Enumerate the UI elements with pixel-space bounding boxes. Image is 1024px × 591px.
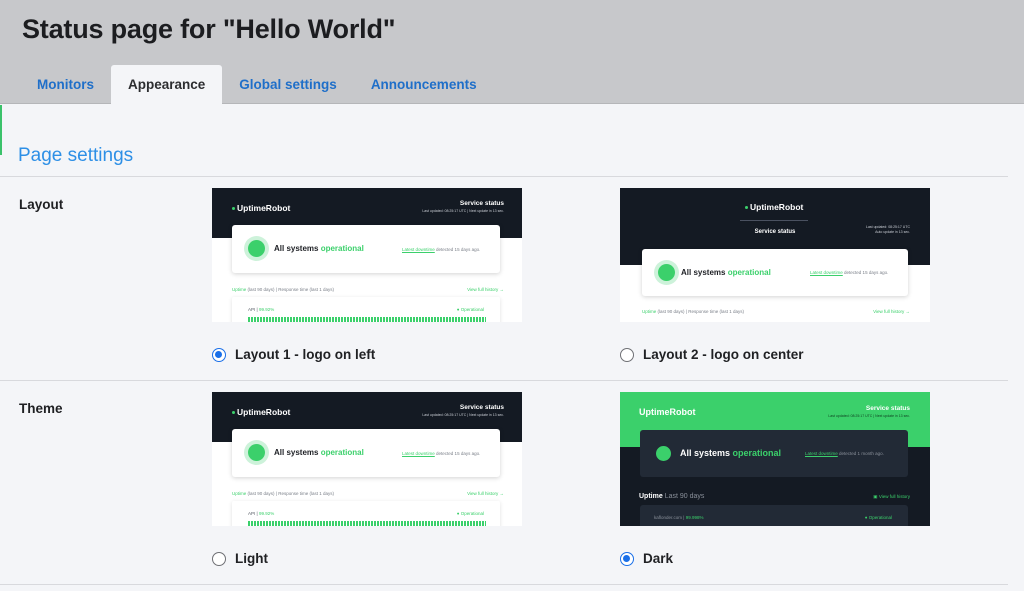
preview-logo-text: UptimeRobot [237,407,291,417]
preview-logo-text: UptimeRobot [237,203,291,213]
logo-dot-icon [232,411,235,415]
layout-1-label: Layout 1 - logo on left [235,347,376,362]
page-title: Status page for "Hello World" [22,14,396,44]
preview-api: API | 99.92% [248,511,275,516]
preview-monitor-panel: API | 99.92% ● Operational [232,501,500,526]
preview-last-updated: Last updated: 08:25:17 UTC | Next update… [422,209,504,213]
preview-status-card: All systems operational Latest downtime … [640,430,908,477]
left-accent-bar [0,105,2,155]
theme-dark-preview[interactable]: UptimeRobot Service status Last updated:… [620,392,930,526]
theme-light-option[interactable]: Light [212,551,268,566]
preview-all-systems: All systems operational [274,244,364,253]
preview-last-updated: Last updated: 08:25:17 UTC | Next update… [422,413,504,417]
divider [0,380,1008,381]
preview-service-status: Service status [865,405,910,412]
preview-status-card: All systems operational Latest downtime … [642,249,908,296]
radio-checked-icon[interactable] [620,551,634,566]
preview-operational: ● Operational [456,511,484,516]
preview-view-history: View full history → [873,309,910,314]
status-circle-icon [658,264,675,281]
tab-global-settings[interactable]: Global settings [222,65,354,104]
theme-label: Theme [19,401,63,416]
preview-uptime-line: Uptime (last 90 days) | Response time (l… [232,287,335,292]
layout-1-preview[interactable]: UptimeRobot Service status Last updated:… [212,188,522,322]
preview-service-status: Service status [459,200,504,207]
preview-uptime-bars [248,317,486,322]
preview-divider [740,220,808,221]
logo-dot-icon [232,207,235,211]
preview-service-status: Service status [459,404,504,411]
preview-all-systems: All systems operational [274,448,364,457]
preview-monitor-name: kaflonder.com | 99.998% [654,515,704,520]
preview-view-history: ▣ View full history [873,494,910,499]
preview-status-card: All systems operational Latest downtime … [232,429,500,477]
preview-all-systems: All systems operational [680,448,782,458]
layout-2-preview[interactable]: UptimeRobot Service status Last updated:… [620,188,930,322]
divider [0,584,1008,585]
preview-service-status: Service status [754,229,796,235]
preview-all-systems: All systems operational [681,268,771,277]
preview-latest-downtime: Latest downtime detected 15 days ago. [810,270,889,275]
preview-logo: UptimeRobot [232,407,290,417]
preview-view-history: View full history → [467,491,504,496]
preview-logo-text: UptimeRobot [750,202,804,212]
theme-light-preview[interactable]: UptimeRobot Service status Last updated:… [212,392,522,526]
layout-1-option[interactable]: Layout 1 - logo on left [212,347,375,362]
tab-announcements[interactable]: Announcements [354,65,494,104]
preview-status-card: All systems operational Latest downtime … [232,225,500,273]
preview-logo: UptimeRobot [232,203,290,213]
tab-appearance[interactable]: Appearance [111,65,223,104]
section-title: Page settings [18,145,134,166]
preview-last-updated-b: Auto update in 13 sec. [875,230,910,234]
preview-monitor-panel: kaflonder.com | 99.998% ● Operational [640,505,908,526]
preview-operational: ● Operational [864,515,892,520]
preview-uptime-heading: Uptime Last 90 days [639,493,705,500]
status-circle-icon [656,446,671,461]
theme-dark-label: Dark [643,551,674,566]
logo-dot-icon [745,206,748,210]
preview-logo: UptimeRobot [639,407,696,417]
preview-latest-downtime: Latest downtime detected 1 month ago. [805,451,884,456]
preview-monitor-panel: API | 99.92% ● Operational [232,297,500,322]
preview-operational: ● Operational [456,307,484,312]
preview-latest-downtime: Latest downtime detected 15 days ago. [402,451,481,456]
preview-view-history: View full history → [467,287,504,292]
layout-label: Layout [19,197,64,212]
preview-uptime-line: Uptime (last 90 days) | Response time (l… [642,309,745,314]
history-icon: ▣ [873,494,878,499]
layout-2-option[interactable]: Layout 2 - logo on center [620,347,804,362]
tab-bar: Monitors Appearance Global settings Anno… [20,65,494,104]
status-circle-icon [248,444,265,461]
radio-unchecked-icon[interactable] [620,347,634,362]
divider [0,176,1008,177]
theme-dark-option[interactable]: Dark [620,551,673,566]
radio-checked-icon[interactable] [212,347,226,362]
preview-uptime-line: Uptime (last 90 days) | Response time (l… [232,491,335,496]
layout-2-label: Layout 2 - logo on center [643,347,804,362]
preview-last-updated: Last updated: 08:25:17 UTC | Next update… [828,414,910,418]
preview-latest-downtime: Latest downtime detected 15 days ago. [402,247,481,252]
preview-uptime-bars [248,521,486,526]
radio-unchecked-icon[interactable] [212,551,226,566]
preview-api: API | 99.92% [248,307,275,312]
tab-monitors[interactable]: Monitors [20,65,111,104]
theme-light-label: Light [235,551,268,566]
status-circle-icon [248,240,265,257]
preview-logo: UptimeRobot [745,202,803,212]
page-header: Status page for "Hello World" Monitors A… [0,0,1024,104]
